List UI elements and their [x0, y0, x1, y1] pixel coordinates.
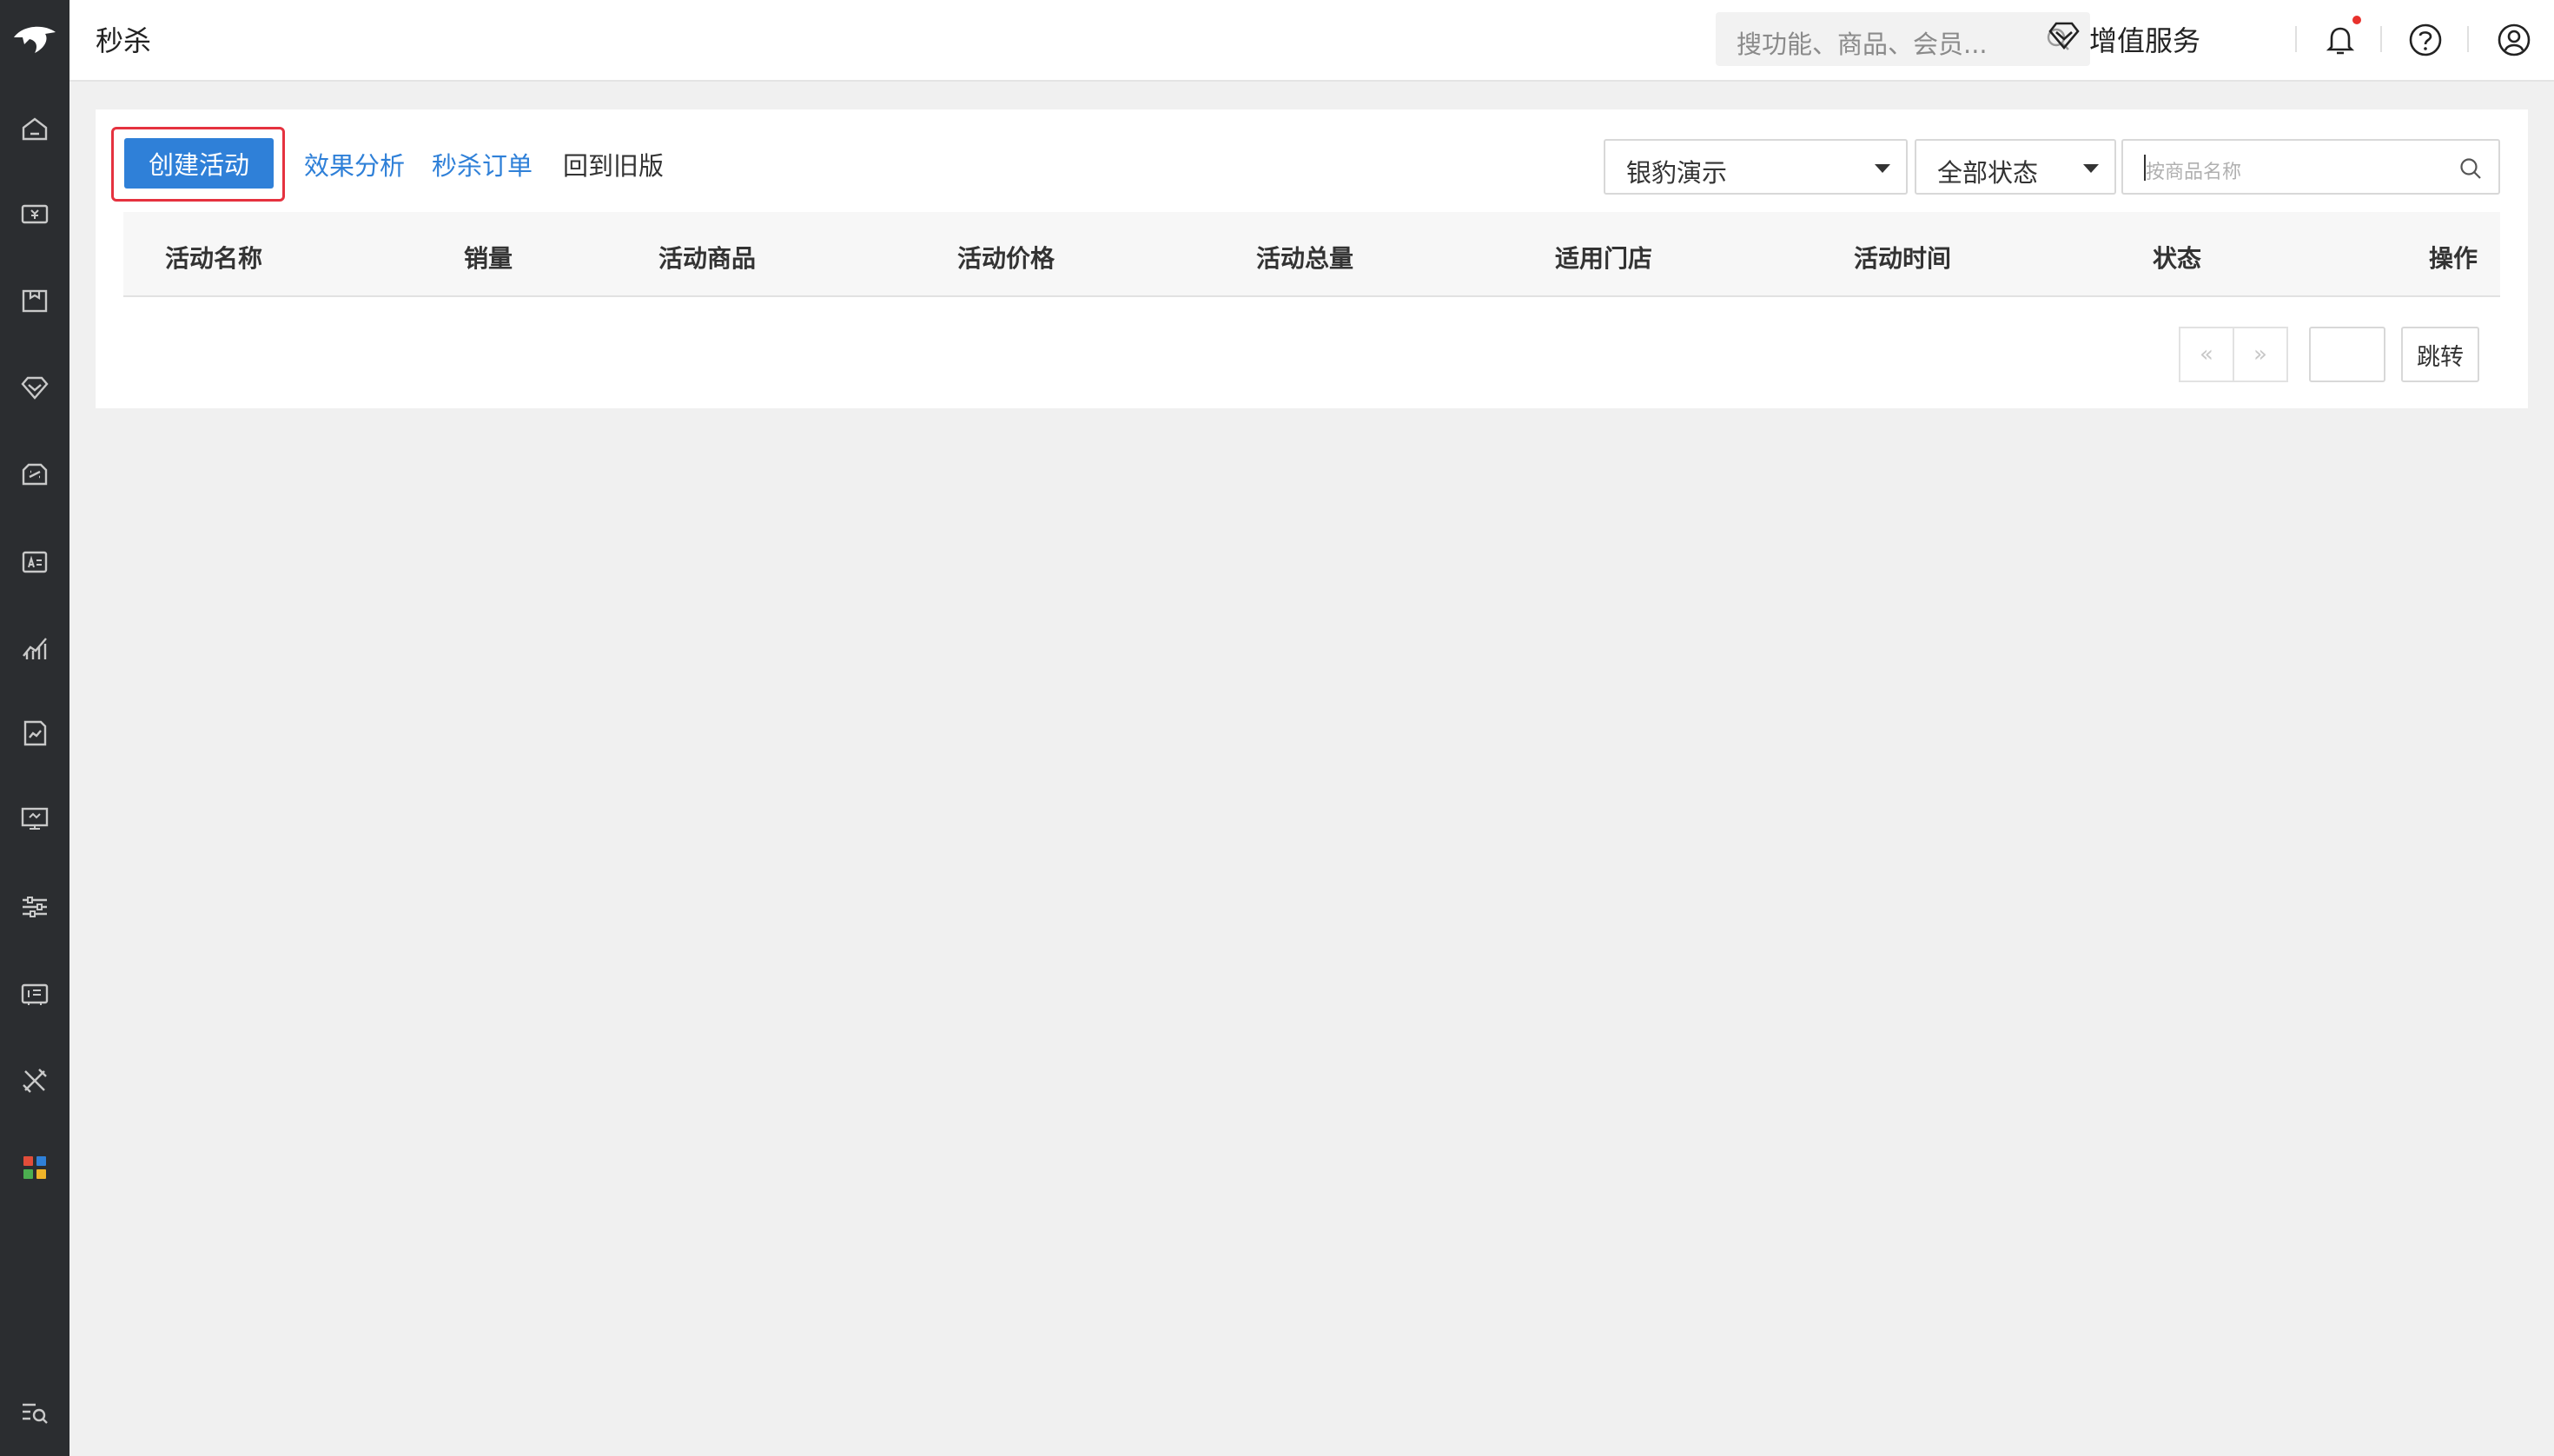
- tools-icon[interactable]: [0, 1055, 69, 1107]
- create-highlight: 创建活动: [111, 127, 285, 202]
- store-select[interactable]: 银豹演示: [1604, 139, 1908, 195]
- product-search-placeholder: 按商品名称: [2146, 162, 2242, 183]
- cashier-icon[interactable]: [0, 188, 69, 240]
- divider: [2380, 26, 2382, 52]
- diamond-icon: [2048, 21, 2081, 57]
- member-icon[interactable]: [0, 361, 69, 414]
- back-to-old-version-link[interactable]: 回到旧版: [563, 146, 664, 182]
- global-search-placeholder: 搜功能、商品、会员...: [1737, 30, 1988, 59]
- column-header: 活动时间: [1854, 244, 1952, 273]
- home-icon[interactable]: [0, 103, 69, 155]
- staff-icon[interactable]: [0, 535, 69, 587]
- next-page-button[interactable]: »: [2233, 327, 2288, 382]
- help-icon[interactable]: [2406, 21, 2445, 59]
- table-header: 活动名称 销量 活动商品 活动价格 活动总量 适用门店 活动时间 状态 操作: [123, 212, 2500, 297]
- status-select[interactable]: 全部状态: [1915, 139, 2116, 195]
- analytics-icon[interactable]: [0, 622, 69, 674]
- status-select-value: 全部状态: [1937, 158, 2039, 188]
- column-header: 操作: [2429, 244, 2478, 273]
- column-header: 活动名称: [165, 244, 263, 273]
- vip-service-button[interactable]: 增值服务: [2048, 17, 2200, 61]
- notification-dot: [2352, 16, 2361, 24]
- column-header: 销量: [464, 244, 513, 273]
- marketing-icon[interactable]: [0, 448, 69, 500]
- screen-icon[interactable]: [0, 792, 69, 844]
- caret-down-icon: [2083, 164, 2099, 173]
- jump-button[interactable]: 跳转: [2401, 327, 2479, 382]
- column-header: 活动商品: [658, 244, 757, 273]
- search-menu-icon[interactable]: [0, 1387, 69, 1439]
- global-search-input[interactable]: 搜功能、商品、会员...: [1716, 12, 2090, 66]
- logo-icon[interactable]: [0, 0, 69, 78]
- effect-analysis-link[interactable]: 效果分析: [304, 146, 405, 182]
- goods-icon[interactable]: [0, 275, 69, 327]
- search-icon[interactable]: [2458, 156, 2483, 184]
- store-select-value: 银豹演示: [1626, 158, 1728, 188]
- flash-sale-orders-link[interactable]: 秒杀订单: [432, 146, 533, 182]
- divider: [2295, 26, 2297, 52]
- page-title: 秒杀: [96, 24, 152, 57]
- create-activity-button[interactable]: 创建活动: [124, 138, 274, 189]
- prev-page-button[interactable]: «: [2179, 327, 2234, 382]
- column-header: 状态: [2153, 244, 2202, 273]
- column-header: 适用门店: [1555, 244, 1653, 273]
- page-number-input[interactable]: [2309, 327, 2385, 382]
- wallet-icon[interactable]: [0, 968, 69, 1020]
- column-header: 活动总量: [1256, 244, 1354, 273]
- main-card: 创建活动 效果分析 秒杀订单 回到旧版 银豹演示 全部状态 按商品名称 活动名称…: [96, 109, 2528, 408]
- product-search-input[interactable]: 按商品名称: [2121, 139, 2500, 195]
- apps-icon[interactable]: [0, 1142, 69, 1194]
- caret-down-icon: [1875, 164, 1890, 173]
- divider: [2467, 26, 2469, 52]
- sidebar: [0, 0, 69, 1456]
- report-icon[interactable]: [0, 707, 69, 759]
- bell-icon[interactable]: [2321, 21, 2359, 59]
- user-icon[interactable]: [2495, 21, 2533, 59]
- column-header: 活动价格: [957, 244, 1055, 273]
- vip-service-label: 增值服务: [2089, 24, 2201, 57]
- settings-icon[interactable]: [0, 881, 69, 933]
